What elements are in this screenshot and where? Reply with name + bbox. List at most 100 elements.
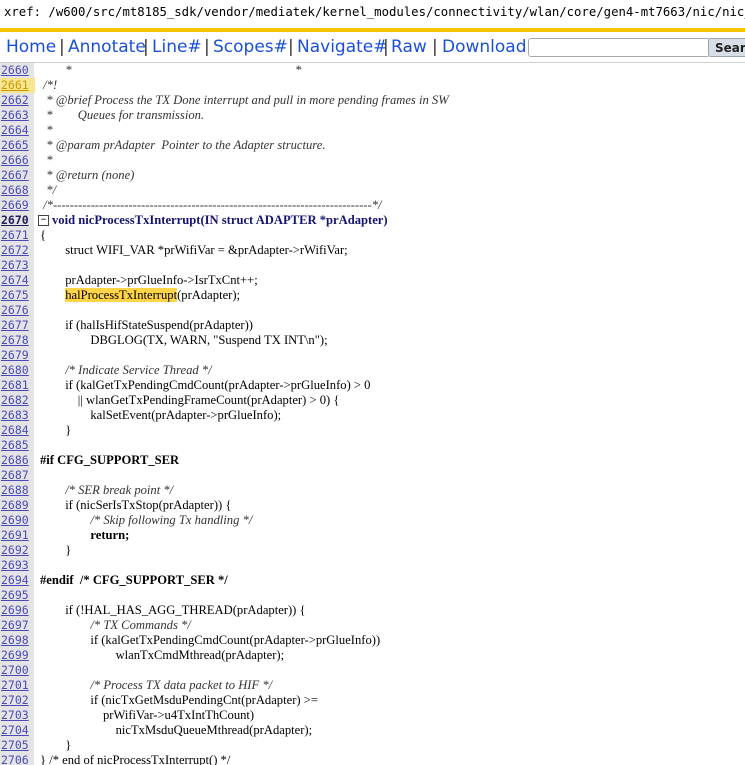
code-line: 2679	[0, 348, 745, 363]
fold-toggle-icon[interactable]: −	[38, 215, 49, 226]
line-number-link[interactable]: 2705	[0, 738, 35, 753]
nav-line-link[interactable]: Line#	[152, 37, 202, 57]
line-number-link[interactable]: 2704	[0, 723, 35, 738]
line-number-link[interactable]: 2674	[0, 273, 35, 288]
nav-raw-link[interactable]: Raw	[391, 37, 427, 57]
code-line: 2675 halProcessTxInterrupt(prAdapter);	[0, 288, 745, 303]
line-number-link[interactable]: 2673	[0, 258, 35, 273]
nav-navigate-link[interactable]: Navigate#	[297, 37, 388, 57]
line-number-link[interactable]: 2697	[0, 618, 35, 633]
line-number-link[interactable]: 2681	[0, 378, 35, 393]
code-text: prWifiVar->u4TxIntThCount)	[40, 708, 255, 722]
code-line: 2689 if (nicSerIsTxStop(prAdapter)) {	[0, 498, 745, 513]
line-number-link[interactable]: 2671	[0, 228, 35, 243]
line-number-link[interactable]: 2675	[0, 288, 35, 303]
line-number-link[interactable]: 2660	[0, 63, 35, 78]
line-number-link[interactable]: 2703	[0, 708, 35, 723]
code-line: 2683 kalSetEvent(prAdapter->prGlueInfo);	[0, 408, 745, 423]
code-line: 2688 /* SER break point */	[0, 483, 745, 498]
code-text: * *	[40, 63, 302, 77]
xref-path: xref: /w600/src/mt8185_sdk/vendor/mediat…	[4, 5, 745, 19]
code-text: halProcessTxInterrupt(prAdapter);	[65, 288, 241, 302]
line-number-link[interactable]: 2701	[0, 678, 35, 693]
line-number-link[interactable]: 2661	[0, 78, 35, 93]
line-number-link[interactable]: 2695	[0, 588, 35, 603]
search-input[interactable]	[528, 38, 710, 57]
code-line: 2664 *	[0, 123, 745, 138]
line-number-link[interactable]: 2692	[0, 543, 35, 558]
code-line: 2701 /* Process TX data packet to HIF */	[0, 678, 745, 693]
code-text: #if CFG_SUPPORT_SER	[40, 453, 180, 467]
code-line: 2670− void nicProcessTxInterrupt(IN struc…	[0, 213, 745, 228]
nav-separator: |	[143, 37, 149, 57]
code-line: 2698 if (kalGetTxPendingCmdCount(prAdapt…	[0, 633, 745, 648]
nav-scopes-link[interactable]: Scopes#	[213, 37, 288, 57]
nav-annotate-link[interactable]: Annotate	[68, 37, 146, 57]
nav-download-link[interactable]: Download	[442, 37, 527, 57]
line-number-link[interactable]: 2696	[0, 603, 35, 618]
code-text: * @return (none)	[40, 168, 135, 182]
line-number-link[interactable]: 2688	[0, 483, 35, 498]
code-text: if (nicTxGetMsduPendingCnt(prAdapter) >=	[40, 693, 318, 707]
search-button[interactable]: Sear	[708, 38, 745, 57]
line-number-link[interactable]: 2686	[0, 453, 35, 468]
code-text: #endif /* CFG_SUPPORT_SER */	[40, 573, 228, 587]
code-line: 2684 }	[0, 423, 745, 438]
line-number-link[interactable]: 2669	[0, 198, 35, 213]
line-number-link[interactable]: 2691	[0, 528, 35, 543]
line-number-link[interactable]: 2663	[0, 108, 35, 123]
line-number-link[interactable]: 2687	[0, 468, 35, 483]
code-line: 2665 * @param prAdapter Pointer to the A…	[0, 138, 745, 153]
code-line: 2693	[0, 558, 745, 573]
line-number-link[interactable]: 2667	[0, 168, 35, 183]
code-text: /* TX Commands */	[40, 618, 191, 632]
line-number-link[interactable]: 2706	[0, 753, 35, 765]
line-number-link[interactable]: 2679	[0, 348, 35, 363]
line-number-link[interactable]: 2683	[0, 408, 35, 423]
line-number-link[interactable]: 2665	[0, 138, 35, 153]
line-number-link[interactable]: 2662	[0, 93, 35, 108]
code-text: return;	[40, 528, 130, 542]
line-number-link[interactable]: 2699	[0, 648, 35, 663]
code-line: 2663 * Queues for transmission.	[0, 108, 745, 123]
line-number-link[interactable]: 2666	[0, 153, 35, 168]
code-text: if (!HAL_HAS_AGG_THREAD(prAdapter)) {	[40, 603, 306, 617]
code-line: 2692 }	[0, 543, 745, 558]
line-number-link[interactable]: 2698	[0, 633, 35, 648]
code-text: struct WIFI_VAR *prWifiVar = &prAdapter-…	[40, 243, 348, 257]
code-line: 2690 /* Skip following Tx handling */	[0, 513, 745, 528]
code-listing: 2660 * * 2661 /*! 2662 * @brief Process th…	[0, 63, 745, 765]
line-number-link[interactable]: 2700	[0, 663, 35, 678]
line-number-link[interactable]: 2678	[0, 333, 35, 348]
nav-separator: |	[59, 37, 65, 57]
code-text: DBGLOG(TX, WARN, "Suspend TX INT\n");	[40, 333, 328, 347]
highlighted-symbol[interactable]: halProcessTxInterrupt	[65, 288, 178, 302]
code-text: prAdapter->prGlueInfo->IsrTxCnt++;	[40, 273, 258, 287]
code-line: 2694 #endif /* CFG_SUPPORT_SER */	[0, 573, 745, 588]
line-number-link[interactable]: 2693	[0, 558, 35, 573]
code-line: 2687	[0, 468, 745, 483]
line-number-link[interactable]: 2672	[0, 243, 35, 258]
nav-home-link[interactable]: Home	[6, 37, 56, 57]
code-line: 2685	[0, 438, 745, 453]
line-number-link[interactable]: 2684	[0, 423, 35, 438]
code-text: kalSetEvent(prAdapter->prGlueInfo);	[40, 408, 282, 422]
line-number-link[interactable]: 2676	[0, 303, 35, 318]
line-number-link[interactable]: 2694	[0, 573, 35, 588]
line-number-link[interactable]: 2668	[0, 183, 35, 198]
line-number-link[interactable]: 2685	[0, 438, 35, 453]
line-number-link[interactable]: 2664	[0, 123, 35, 138]
line-number-link[interactable]: 2689	[0, 498, 35, 513]
code-text: /* Process TX data packet to HIF */	[40, 678, 273, 692]
line-number-link[interactable]: 2677	[0, 318, 35, 333]
line-number-link[interactable]: 2682	[0, 393, 35, 408]
code-line: 2671 {	[0, 228, 745, 243]
code-line: 2691 return;	[0, 528, 745, 543]
code-line: 2672 struct WIFI_VAR *prWifiVar = &prAda…	[0, 243, 745, 258]
line-number-link[interactable]: 2670	[0, 213, 35, 228]
code-line: 2695	[0, 588, 745, 603]
line-number-link[interactable]: 2690	[0, 513, 35, 528]
line-number-link[interactable]: 2680	[0, 363, 35, 378]
code-text: /* Indicate Service Thread */	[40, 363, 212, 377]
line-number-link[interactable]: 2702	[0, 693, 35, 708]
